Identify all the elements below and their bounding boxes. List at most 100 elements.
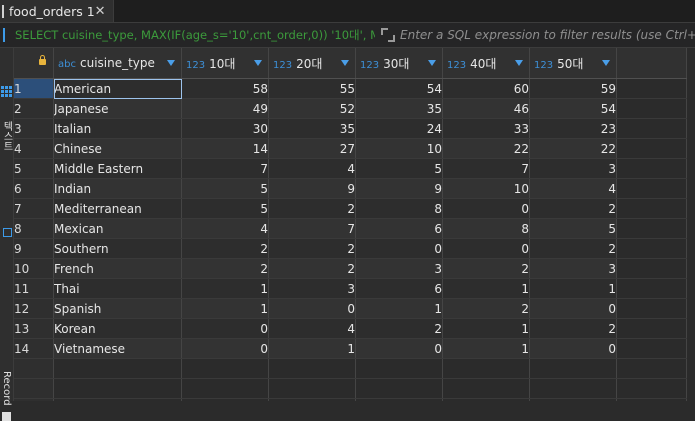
count-cell[interactable]: 54 — [355, 78, 443, 99]
count-cell[interactable]: 0 — [529, 338, 617, 359]
count-cell[interactable]: 5 — [181, 198, 269, 219]
count-cell[interactable]: 0 — [355, 338, 443, 359]
table-row[interactable]: 7 Mediterranean 5 2 8 0 2 — [14, 198, 687, 219]
table-row[interactable]: 2 Japanese 49 52 35 46 54 — [14, 98, 687, 119]
count-cell[interactable]: 2 — [181, 238, 269, 259]
count-cell[interactable]: 49 — [181, 98, 269, 119]
count-cell[interactable]: 0 — [268, 298, 356, 319]
panel-toggle-icon[interactable] — [3, 228, 12, 237]
count-cell[interactable]: 23 — [529, 118, 617, 139]
count-cell[interactable]: 0 — [181, 318, 269, 339]
cuisine-cell[interactable]: Korean — [53, 318, 182, 339]
count-cell[interactable]: 59 — [529, 78, 617, 99]
count-cell[interactable]: 58 — [181, 78, 269, 99]
count-cell[interactable]: 2 — [442, 258, 530, 279]
table-row[interactable]: 5 Middle Eastern 7 4 5 7 3 — [14, 158, 687, 179]
count-cell[interactable]: 1 — [442, 318, 530, 339]
count-cell[interactable]: 5 — [181, 178, 269, 199]
count-cell[interactable]: 7 — [442, 158, 530, 179]
count-cell[interactable]: 2 — [529, 318, 617, 339]
count-cell[interactable]: 10 — [355, 138, 443, 159]
table-row[interactable]: 12 Spanish 1 0 1 2 0 — [14, 298, 687, 319]
count-cell[interactable]: 3 — [268, 278, 356, 299]
sort-icon[interactable] — [515, 60, 523, 66]
count-cell[interactable]: 4 — [268, 158, 356, 179]
record-tab[interactable]: Record — [0, 366, 13, 410]
row-number[interactable]: 10 — [14, 258, 54, 279]
sort-icon[interactable] — [341, 60, 349, 66]
row-number[interactable]: 14 — [14, 338, 54, 359]
row-number[interactable]: 9 — [14, 238, 54, 259]
count-cell[interactable]: 7 — [181, 158, 269, 179]
count-cell[interactable]: 54 — [529, 98, 617, 119]
sort-icon[interactable] — [428, 60, 436, 66]
count-cell[interactable]: 14 — [181, 138, 269, 159]
count-cell[interactable]: 9 — [355, 178, 443, 199]
table-row[interactable]: 4 Chinese 14 27 10 22 22 — [14, 138, 687, 159]
count-cell[interactable]: 7 — [268, 218, 356, 239]
text-view-tab[interactable]: 텍스트 — [0, 106, 13, 166]
count-cell[interactable]: 6 — [355, 218, 443, 239]
count-cell[interactable]: 2 — [181, 258, 269, 279]
table-row[interactable]: 3 Italian 30 35 24 33 23 — [14, 118, 687, 139]
grid-view-button[interactable] — [0, 86, 13, 99]
column-header-40s[interactable]: 123 40대 — [442, 48, 530, 79]
table-row[interactable]: 1 American 58 55 54 60 59 — [14, 78, 687, 99]
count-cell[interactable]: 55 — [268, 78, 356, 99]
count-cell[interactable]: 1 — [442, 278, 530, 299]
cuisine-cell[interactable]: Japanese — [53, 98, 182, 119]
row-number[interactable]: 1 — [14, 78, 54, 99]
count-cell[interactable]: 2 — [529, 238, 617, 259]
cuisine-cell[interactable]: French — [53, 258, 182, 279]
row-number[interactable]: 11 — [14, 278, 54, 299]
column-header-50s[interactable]: 123 50대 — [529, 48, 617, 79]
count-cell[interactable]: 2 — [529, 198, 617, 219]
cuisine-cell[interactable]: Chinese — [53, 138, 182, 159]
cuisine-cell[interactable]: Middle Eastern — [53, 158, 182, 179]
row-number[interactable]: 12 — [14, 298, 54, 319]
row-number[interactable]: 4 — [14, 138, 54, 159]
row-number[interactable]: 2 — [14, 98, 54, 119]
count-cell[interactable]: 0 — [442, 238, 530, 259]
column-header-20s[interactable]: 123 20대 — [268, 48, 356, 79]
count-cell[interactable]: 9 — [268, 178, 356, 199]
cuisine-cell[interactable]: Indian — [53, 178, 182, 199]
row-number[interactable]: 8 — [14, 218, 54, 239]
cuisine-cell[interactable]: Vietnamese — [53, 338, 182, 359]
count-cell[interactable]: 1 — [181, 278, 269, 299]
count-cell[interactable]: 1 — [442, 338, 530, 359]
table-row[interactable]: 11 Thai 1 3 6 1 1 — [14, 278, 687, 299]
count-cell[interactable]: 52 — [268, 98, 356, 119]
count-cell[interactable]: 4 — [529, 178, 617, 199]
column-header-cuisine-type[interactable]: abc cuisine_type — [53, 48, 182, 79]
count-cell[interactable]: 2 — [268, 258, 356, 279]
cuisine-cell[interactable]: Spanish — [53, 298, 182, 319]
count-cell[interactable]: 2 — [355, 318, 443, 339]
cuisine-cell[interactable]: American — [53, 78, 182, 99]
sort-icon[interactable] — [254, 60, 262, 66]
count-cell[interactable]: 30 — [181, 118, 269, 139]
count-cell[interactable]: 3 — [529, 158, 617, 179]
count-cell[interactable]: 2 — [442, 298, 530, 319]
expand-icon[interactable] — [381, 28, 395, 42]
table-row[interactable]: 13 Korean 0 4 2 1 2 — [14, 318, 687, 339]
count-cell[interactable]: 3 — [355, 258, 443, 279]
count-cell[interactable]: 22 — [442, 138, 530, 159]
row-number[interactable]: 6 — [14, 178, 54, 199]
cuisine-cell[interactable]: Thai — [53, 278, 182, 299]
sort-icon[interactable] — [602, 60, 610, 66]
tab-food-orders[interactable]: food_orders 1 ✕ — [0, 0, 114, 22]
count-cell[interactable]: 4 — [181, 218, 269, 239]
count-cell[interactable]: 35 — [268, 118, 356, 139]
column-header-10s[interactable]: 123 10대 — [181, 48, 269, 79]
count-cell[interactable]: 46 — [442, 98, 530, 119]
count-cell[interactable]: 3 — [529, 258, 617, 279]
filter-input[interactable] — [400, 24, 695, 46]
count-cell[interactable]: 0 — [355, 238, 443, 259]
count-cell[interactable]: 0 — [442, 198, 530, 219]
count-cell[interactable]: 10 — [442, 178, 530, 199]
count-cell[interactable]: 4 — [268, 318, 356, 339]
sql-query-text[interactable]: SELECT cuisine_type, MAX(IF(age_s='10',c… — [15, 27, 375, 43]
count-cell[interactable]: 5 — [529, 218, 617, 239]
count-cell[interactable]: 24 — [355, 118, 443, 139]
